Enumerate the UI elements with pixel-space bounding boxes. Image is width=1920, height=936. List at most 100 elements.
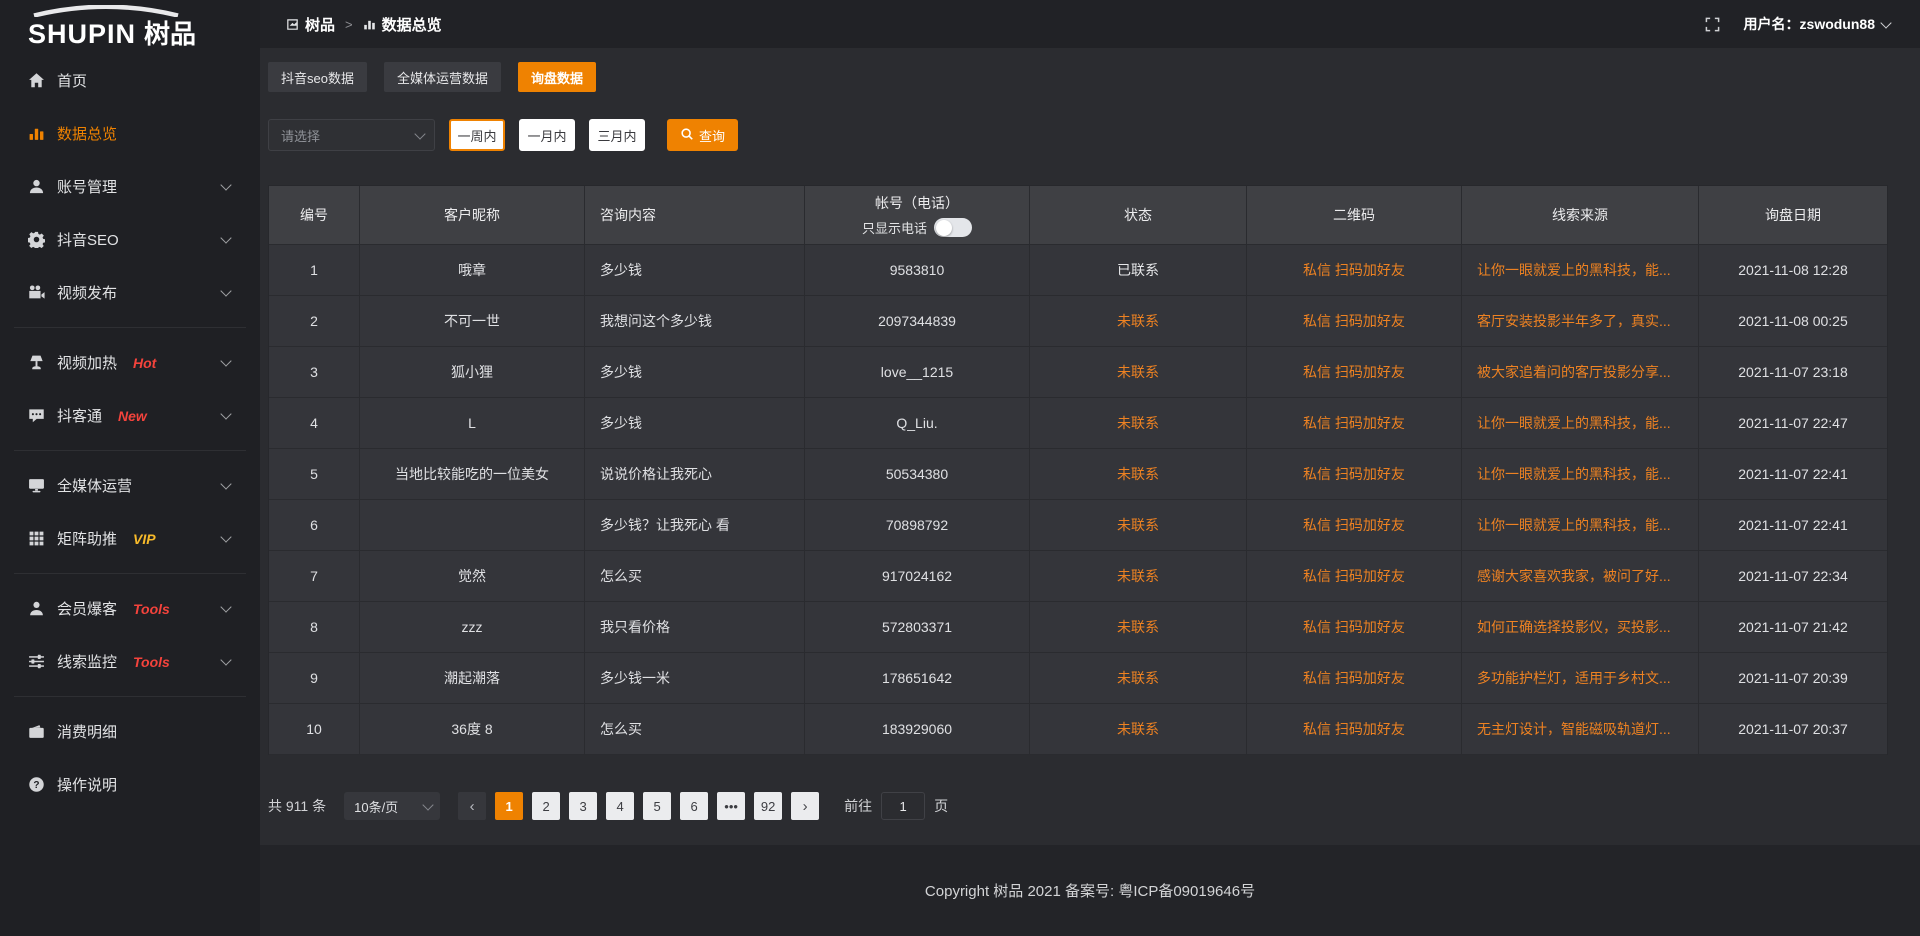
col-header-nickname: 客户昵称 (360, 186, 585, 244)
bar-chart-icon (363, 18, 376, 31)
filter-select[interactable]: 请选择 (268, 119, 435, 151)
tools-badge: Tools (133, 601, 170, 617)
qr-friend-link[interactable]: 私信 扫码加好友 (1247, 653, 1462, 703)
page-ellipsis-button[interactable]: ••• (717, 792, 745, 820)
goto-label: 前往 (844, 796, 872, 816)
page-button-2[interactable]: 2 (532, 792, 560, 820)
cell-content: 我只看价格 (585, 602, 805, 652)
page-size-value: 10条/页 (354, 797, 398, 816)
app-window: SHUPIN树品 首页 数据总览 账号管理 抖音SEO (0, 0, 1920, 936)
sidebar-item-help[interactable]: ? 操作说明 (0, 758, 260, 811)
cell-date: 2021-11-08 12:28 (1699, 245, 1887, 295)
user-menu[interactable]: 用户名：zswodun88 (1744, 14, 1890, 34)
qr-friend-link[interactable]: 私信 扫码加好友 (1247, 347, 1462, 397)
lead-source-link[interactable]: 感谢大家喜欢我家，被问了好... (1462, 551, 1699, 601)
chevron-down-icon (220, 654, 231, 665)
tab-omni-media-data[interactable]: 全媒体运营数据 (384, 62, 501, 92)
sidebar-item-label: 视频发布 (57, 282, 117, 303)
prev-page-button[interactable]: ‹ (458, 792, 486, 820)
qr-friend-link[interactable]: 私信 扫码加好友 (1247, 602, 1462, 652)
sidebar-item-label: 数据总览 (57, 123, 117, 144)
cell-status: 已联系 (1030, 245, 1247, 295)
cell-content: 多少钱一米 (585, 653, 805, 703)
qr-friend-link[interactable]: 私信 扫码加好友 (1247, 704, 1462, 754)
qr-friend-link[interactable]: 私信 扫码加好友 (1247, 500, 1462, 550)
search-button[interactable]: 查询 (667, 119, 738, 151)
tab-inquiry-data[interactable]: 询盘数据 (518, 62, 596, 92)
phone-only-toggle[interactable] (934, 218, 972, 237)
sidebar-item-consumption-detail[interactable]: 消费明细 (0, 705, 260, 758)
cell-account: 9583810 (805, 245, 1030, 295)
tab-douyin-seo-data[interactable]: 抖音seo数据 (268, 62, 367, 92)
user-icon (28, 178, 45, 195)
pagination-bar: 共 911 条 10条/页 ‹ 1 2 3 4 5 6 ••• 92 › 前往 … (268, 792, 1888, 820)
lead-source-link[interactable]: 无主灯设计，智能磁吸轨道灯... (1462, 704, 1699, 754)
cell-date: 2021-11-07 20:39 (1699, 653, 1887, 703)
page-button-92[interactable]: 92 (754, 792, 782, 820)
page-button-3[interactable]: 3 (569, 792, 597, 820)
sidebar-item-lead-monitor[interactable]: 线索监控 Tools (0, 635, 260, 688)
page-size-select[interactable]: 10条/页 (344, 792, 440, 820)
sidebar-item-douketong[interactable]: 抖客通 New (0, 389, 260, 442)
sidebar-item-label: 全媒体运营 (57, 475, 132, 496)
sidebar-item-home[interactable]: 首页 (0, 54, 260, 107)
lead-source-link[interactable]: 让你一眼就爱上的黑科技，能... (1462, 449, 1699, 499)
lead-source-link[interactable]: 多功能护栏灯，适用于乡村文... (1462, 653, 1699, 703)
lead-source-link[interactable]: 让你一眼就爱上的黑科技，能... (1462, 245, 1699, 295)
sidebar-item-data-overview[interactable]: 数据总览 (0, 107, 260, 160)
sidebar-item-video-publish[interactable]: 视频发布 (0, 266, 260, 319)
sidebar-item-douyin-seo[interactable]: 抖音SEO (0, 213, 260, 266)
qr-friend-link[interactable]: 私信 扫码加好友 (1247, 449, 1462, 499)
qr-friend-link[interactable]: 私信 扫码加好友 (1247, 398, 1462, 448)
qr-friend-link[interactable]: 私信 扫码加好友 (1247, 245, 1462, 295)
cell-account: 572803371 (805, 602, 1030, 652)
qr-friend-link[interactable]: 私信 扫码加好友 (1247, 551, 1462, 601)
breadcrumb-home[interactable]: 树品 (305, 14, 335, 35)
cell-status: 未联系 (1030, 347, 1247, 397)
cell-id: 5 (269, 449, 360, 499)
page-button-5[interactable]: 5 (643, 792, 671, 820)
cell-status: 未联系 (1030, 653, 1247, 703)
cell-id: 3 (269, 347, 360, 397)
svg-text:?: ? (33, 780, 39, 791)
cell-status: 未联系 (1030, 602, 1247, 652)
sidebar-item-matrix-boost[interactable]: 矩阵助推 VIP (0, 512, 260, 565)
sidebar-item-video-heat[interactable]: 视频加热 Hot (0, 336, 260, 389)
sidebar-item-label: 视频加热 (57, 352, 117, 373)
breadcrumb-current[interactable]: 数据总览 (382, 14, 442, 35)
sidebar-item-label: 线索监控 (57, 651, 117, 672)
cell-date: 2021-11-07 22:34 (1699, 551, 1887, 601)
page-button-1[interactable]: 1 (495, 792, 523, 820)
page-button-4[interactable]: 4 (606, 792, 634, 820)
sidebar-item-member-burst[interactable]: 会员爆客 Tools (0, 582, 260, 635)
goto-page-input[interactable] (881, 792, 925, 820)
sidebar-item-omni-media[interactable]: 全媒体运营 (0, 459, 260, 512)
logo-text-cn: 树品 (144, 19, 196, 49)
lead-source-link[interactable]: 让你一眼就爱上的黑科技，能... (1462, 500, 1699, 550)
period-one-month-button[interactable]: 一月内 (519, 119, 575, 151)
chevron-down-icon (220, 232, 231, 243)
topbar-right: 用户名：zswodun88 (1705, 14, 1890, 34)
lead-source-link[interactable]: 客厅安装投影半年多了，真实... (1462, 296, 1699, 346)
col-header-content: 咨询内容 (585, 186, 805, 244)
cell-status: 未联系 (1030, 296, 1247, 346)
chevron-down-icon (220, 408, 231, 419)
fullscreen-icon[interactable] (1705, 17, 1720, 32)
page-button-6[interactable]: 6 (680, 792, 708, 820)
lead-source-link[interactable]: 如何正确选择投影仪，买投影... (1462, 602, 1699, 652)
cell-status: 未联系 (1030, 704, 1247, 754)
qr-friend-link[interactable]: 私信 扫码加好友 (1247, 296, 1462, 346)
lamp-icon (28, 354, 45, 371)
table-row: 3 狐小狸 多少钱 love__1215 未联系 私信 扫码加好友 被大家追着问… (269, 346, 1887, 397)
period-three-months-button[interactable]: 三月内 (589, 119, 645, 151)
next-page-button[interactable]: › (791, 792, 819, 820)
cell-id: 7 (269, 551, 360, 601)
page-footer: Copyright 树品 2021 备案号: 粤ICP备09019646号 (260, 845, 1920, 936)
sidebar-item-account-mgmt[interactable]: 账号管理 (0, 160, 260, 213)
sidebar-item-label: 首页 (57, 70, 87, 91)
period-one-week-button[interactable]: 一周内 (449, 119, 505, 151)
video-camera-icon (28, 284, 45, 301)
lead-source-link[interactable]: 让你一眼就爱上的黑科技，能... (1462, 398, 1699, 448)
tools-badge: Tools (133, 654, 170, 670)
lead-source-link[interactable]: 被大家追着问的客厅投影分享... (1462, 347, 1699, 397)
